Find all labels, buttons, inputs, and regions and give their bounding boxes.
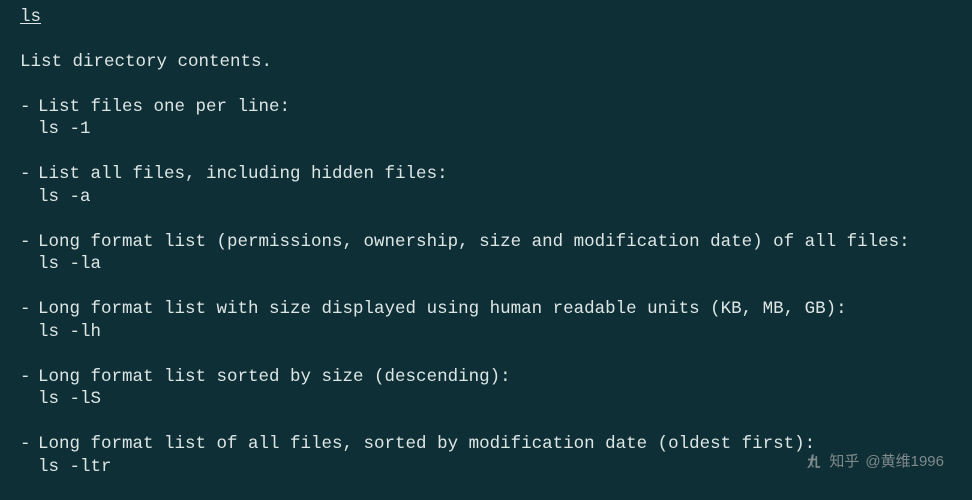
example-item: Long format list (permissions, ownership… <box>20 231 962 277</box>
example-cmd: ls -lh <box>38 321 962 344</box>
example-desc: Long format list (permissions, ownership… <box>38 232 910 252</box>
example-item: Long format list with size displayed usi… <box>20 298 962 344</box>
watermark-user: @黄维1996 <box>865 452 944 472</box>
example-cmd: ls -lS <box>38 388 962 411</box>
example-desc: Long format list sorted by size (descend… <box>38 367 511 387</box>
example-item: List all files, including hidden files: … <box>20 163 962 209</box>
example-desc: Long format list with size displayed usi… <box>38 299 847 319</box>
tldr-page: ls List directory contents. List files o… <box>20 6 962 479</box>
example-cmd: ls -1 <box>38 118 962 141</box>
example-cmd: ls -a <box>38 186 962 209</box>
watermark: 知乎 @黄维1996 <box>803 452 944 472</box>
example-desc: List files one per line: <box>38 97 290 117</box>
command-summary: List directory contents. <box>20 51 962 74</box>
example-item: Long format list sorted by size (descend… <box>20 366 962 412</box>
example-cmd: ls -la <box>38 253 962 276</box>
example-desc: List all files, including hidden files: <box>38 164 448 184</box>
command-name: ls <box>20 7 41 27</box>
watermark-site: 知乎 <box>829 452 859 472</box>
zhihu-logo-icon <box>803 452 823 472</box>
example-desc: Long format list of all files, sorted by… <box>38 434 815 454</box>
example-item: List files one per line: ls -1 <box>20 96 962 142</box>
